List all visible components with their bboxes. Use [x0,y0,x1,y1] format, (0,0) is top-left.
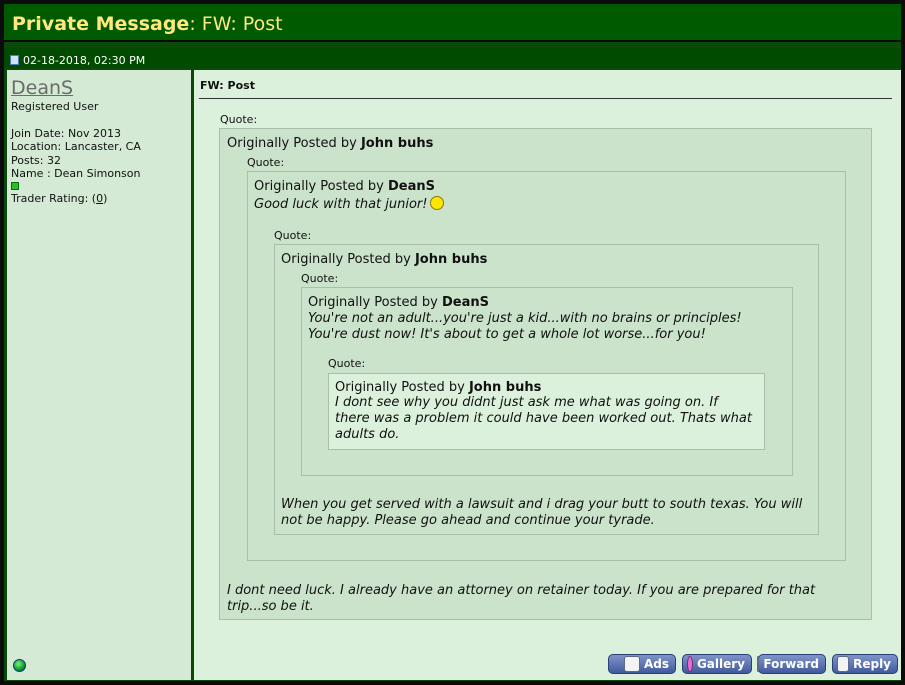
quote-text-line: You're dust now! It's about to get a who… [308,327,706,342]
quote-text: Good luck with that junior! [254,196,445,212]
quote-attribution: Originally Posted by DeanS [308,295,489,310]
quote-label: Quote: [220,113,258,126]
online-status-icon [13,659,26,672]
document-icon [623,656,640,672]
quote-text-line: there was a problem it could have been w… [335,411,752,426]
user-title: Registered User [11,100,99,113]
location: Location: Lancaster, CA [11,140,141,153]
post-date-bar: 02-18-2018, 02:30 PM [4,48,901,68]
trader-rating: Trader Rating: (0) [11,191,108,205]
quote-box: Originally Posted by DeanS You're not an… [301,287,793,476]
message-panel: FW: Post Quote: Originally Posted by Joh… [194,70,901,680]
quote-attribution: Originally Posted by John buhs [227,136,434,151]
action-buttons: Ads Gallery Forward Reply [608,654,898,674]
message-subject: FW: Post [200,79,255,92]
quote-attribution: Originally Posted by DeanS [254,179,435,194]
title-bar: Private Message: FW: Post [4,4,901,42]
quote-box: Originally Posted by John buhs I dont se… [328,373,765,450]
quote-text-line: adults do. [335,427,400,442]
user-info-panel: DeanS Registered User Join Date: Nov 201… [7,70,192,680]
quote-label: Quote: [328,357,366,370]
quote-text-line: You're not an adult...you're just a kid.… [308,311,742,326]
quote-box: Originally Posted by John buhs Quote: Or… [274,244,819,535]
reply-button[interactable]: Reply [832,654,898,674]
reply-text-line: not be happy. Please go ahead and contin… [281,513,655,528]
reputation-icon [11,181,19,190]
post-date: 02-18-2018, 02:30 PM [23,53,146,67]
forward-button[interactable]: Forward [757,654,826,674]
quote-label: Quote: [301,272,339,285]
gallery-button[interactable]: Gallery [682,654,752,674]
forward-icon [757,656,760,672]
quote-attribution: Originally Posted by John buhs [335,380,542,395]
ads-button[interactable]: Ads [608,654,676,674]
smiley-icon [430,196,445,210]
gallery-icon [687,656,693,672]
quote-box: Originally Posted by DeanS Good luck wit… [247,171,846,561]
quote-text-line: I dont see why you didnt just ask me wha… [335,395,718,410]
quote-label: Quote: [274,229,312,242]
reply-text-line: trip...so be it. [227,599,314,614]
join-date: Join Date: Nov 2013 [11,126,121,140]
quote-box: Originally Posted by John buhs Quote: Or… [219,128,872,620]
quote-label: Quote: [247,156,285,169]
username-link[interactable]: DeanS [11,78,73,98]
real-name: Name : Dean Simonson [11,167,141,180]
quote-attribution: Originally Posted by John buhs [281,252,488,267]
reply-icon [837,656,850,672]
title-subject: : FW: Post [189,13,283,35]
post-icon [10,55,19,65]
reply-text-line: I dont need luck. I already have an atto… [227,583,816,598]
title-prefix: Private Message [12,13,190,35]
post-count: Posts: 32 [11,153,61,167]
pm-window: Private Message: FW: Post 02-18-2018, 02… [4,4,901,681]
reply-text-line: When you get served with a lawsuit and i… [281,497,803,512]
divider [199,98,892,99]
